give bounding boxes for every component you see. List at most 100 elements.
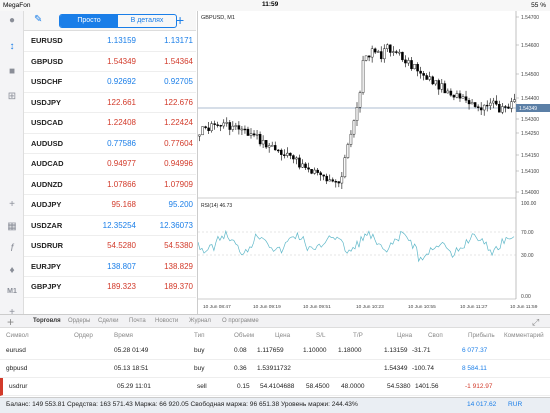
tab-detail[interactable]: В деталях (118, 15, 176, 27)
candle-body (249, 133, 253, 136)
candle-body (255, 133, 259, 136)
quote-symbol: EURJPY (31, 261, 62, 271)
quote-ask: 189.370 (164, 282, 193, 292)
trade-tp: 48.0000 (341, 383, 365, 390)
candle-body (373, 48, 377, 53)
candle-body (310, 169, 313, 174)
new-order-icon[interactable]: ⊞ (5, 91, 19, 103)
column-header[interactable]: T/P (353, 332, 363, 339)
column-header[interactable]: Тип (194, 332, 205, 339)
candle-body (461, 96, 465, 99)
quote-ask: 1.54364 (164, 56, 193, 66)
timeframe-icon[interactable]: M1 (5, 286, 19, 298)
price-tick: 1.54150 (521, 153, 539, 159)
add-icon[interactable]: + (7, 315, 14, 329)
quote-row[interactable]: AUDUSD 0.77586 0.77604 (24, 134, 196, 154)
candle-body (470, 102, 474, 105)
column-header[interactable]: Время (114, 332, 133, 339)
trade-row[interactable]: eurusd 05.28 01:49 buy 0.08 1.117659 1.10000 1… (0, 342, 550, 360)
trade-volume: 0.08 (234, 347, 247, 354)
quote-row[interactable]: USDJPY 122.661 122.676 (24, 93, 196, 113)
candle-body (428, 76, 431, 80)
add-symbol-icon[interactable]: + (176, 12, 184, 28)
crosshair-icon[interactable]: + (5, 199, 19, 211)
candle-body (319, 172, 322, 176)
candle-body (295, 157, 298, 160)
tab-5[interactable]: Журнал (189, 318, 211, 324)
candle-body (507, 106, 510, 109)
tab-1[interactable]: Ордеры (68, 318, 90, 324)
column-header[interactable]: Символ (6, 332, 29, 339)
quote-row[interactable]: USDCHF 0.92692 0.92705 (24, 72, 196, 93)
quote-row[interactable]: GBPJPY 189.323 189.370 (24, 277, 196, 298)
rsi-label: RSI(14) 46.73 (201, 203, 232, 209)
candle-body (267, 145, 271, 148)
quote-row[interactable]: AUDNZD 1.07866 1.07909 (24, 175, 196, 195)
candle-body (379, 51, 383, 60)
candle-body (413, 64, 416, 70)
column-header[interactable]: S/L (316, 332, 325, 339)
trade-symbol: eurusd (6, 347, 26, 354)
objects-icon[interactable]: ♦ (5, 265, 19, 277)
trade-time: 05.13 18:51 (114, 365, 149, 372)
column-header[interactable]: Своп (428, 332, 443, 339)
quote-bid: 0.94977 (107, 159, 136, 169)
candle-body (240, 128, 244, 131)
edit-icon[interactable]: ✎ (34, 14, 42, 25)
tab-4[interactable]: Новости (155, 318, 178, 324)
tab-simple[interactable]: Просто (60, 15, 118, 27)
quote-row[interactable]: AUDCAD 0.94977 0.94996 (24, 154, 196, 175)
column-header[interactable]: Прибыль (468, 332, 495, 339)
tab-2[interactable]: Сделки (98, 318, 118, 324)
candle-body (264, 140, 268, 148)
candle-body (416, 64, 419, 72)
candle-body (485, 104, 489, 107)
quote-row[interactable]: USDZAR 12.35254 12.36073 (24, 216, 196, 236)
chat-icon[interactable]: ■ (5, 66, 19, 78)
column-header[interactable]: Цена (275, 332, 290, 339)
chart-type-icon[interactable]: ▦ (5, 221, 19, 233)
quote-row[interactable]: GBPUSD 1.54349 1.54364 (24, 52, 196, 72)
quote-symbol: EURUSD (31, 36, 63, 46)
trade-cur: 1.54349 (384, 365, 408, 372)
candle-body (404, 59, 407, 64)
trade-row[interactable]: gbpusd 05.13 18:51 buy 0.36 1.53911732 1.5434… (0, 360, 550, 378)
quote-row[interactable]: EURJPY 138.807 138.829 (24, 257, 196, 277)
quote-symbol: USDJPY (31, 97, 62, 107)
candle-body (276, 149, 280, 152)
price-chart[interactable]: GBPUSD, M1 1.54700 1.54600 1.54500 1.54400 1.… (197, 11, 550, 314)
status-bar: MegaFon 11:59 55 % (0, 0, 550, 11)
quote-ask: 95.200 (168, 200, 193, 210)
chart-panel[interactable]: GBPUSD, M1 1.54700 1.54600 1.54500 1.54400 1.… (197, 11, 550, 314)
column-header[interactable]: Объем (234, 332, 254, 339)
resize-icon[interactable]: ⤢ (532, 317, 539, 328)
quotes-icon[interactable]: ↕ (5, 41, 19, 53)
quote-row[interactable]: EURUSD 1.13159 1.13171 (24, 31, 196, 52)
current-price-label: 1.54349 (519, 106, 537, 112)
quote-row[interactable]: USDCAD 1.22408 1.22424 (24, 113, 196, 134)
trade-type: buy (194, 347, 205, 354)
chart-title: GBPUSD, M1 (201, 15, 235, 21)
column-header[interactable]: Ордер (74, 332, 93, 339)
quote-row[interactable]: AUDJPY 95.168 95.200 (24, 195, 196, 216)
rsi-tick: 0.00 (521, 294, 531, 300)
candle-body (476, 106, 480, 108)
account-icon[interactable]: ● (5, 15, 19, 27)
time-tick: 10 Jun 11:59 (510, 304, 538, 310)
tab-3[interactable]: Почта (129, 318, 146, 324)
quote-row[interactable]: USDRUR 54.5280 54.5380 (24, 236, 196, 257)
column-header[interactable]: Цена (397, 332, 412, 339)
candle-body (273, 145, 277, 151)
candle-body (446, 90, 450, 94)
candle-body (298, 157, 301, 168)
indicators-icon[interactable]: f (5, 243, 19, 255)
candle-body (419, 70, 422, 74)
trade-row[interactable]: usdrur 05.29 11:01 sell 0.15 54.4104688 58.45… (0, 378, 550, 396)
candle-body (364, 55, 368, 61)
tab-0[interactable]: Торговля (33, 318, 61, 324)
trade-tp: 1.18000 (338, 347, 362, 354)
tab-6[interactable]: О программе (222, 318, 259, 324)
column-header[interactable]: Комментарий (504, 332, 544, 339)
candle-body (231, 125, 235, 130)
candle-body (219, 125, 222, 127)
